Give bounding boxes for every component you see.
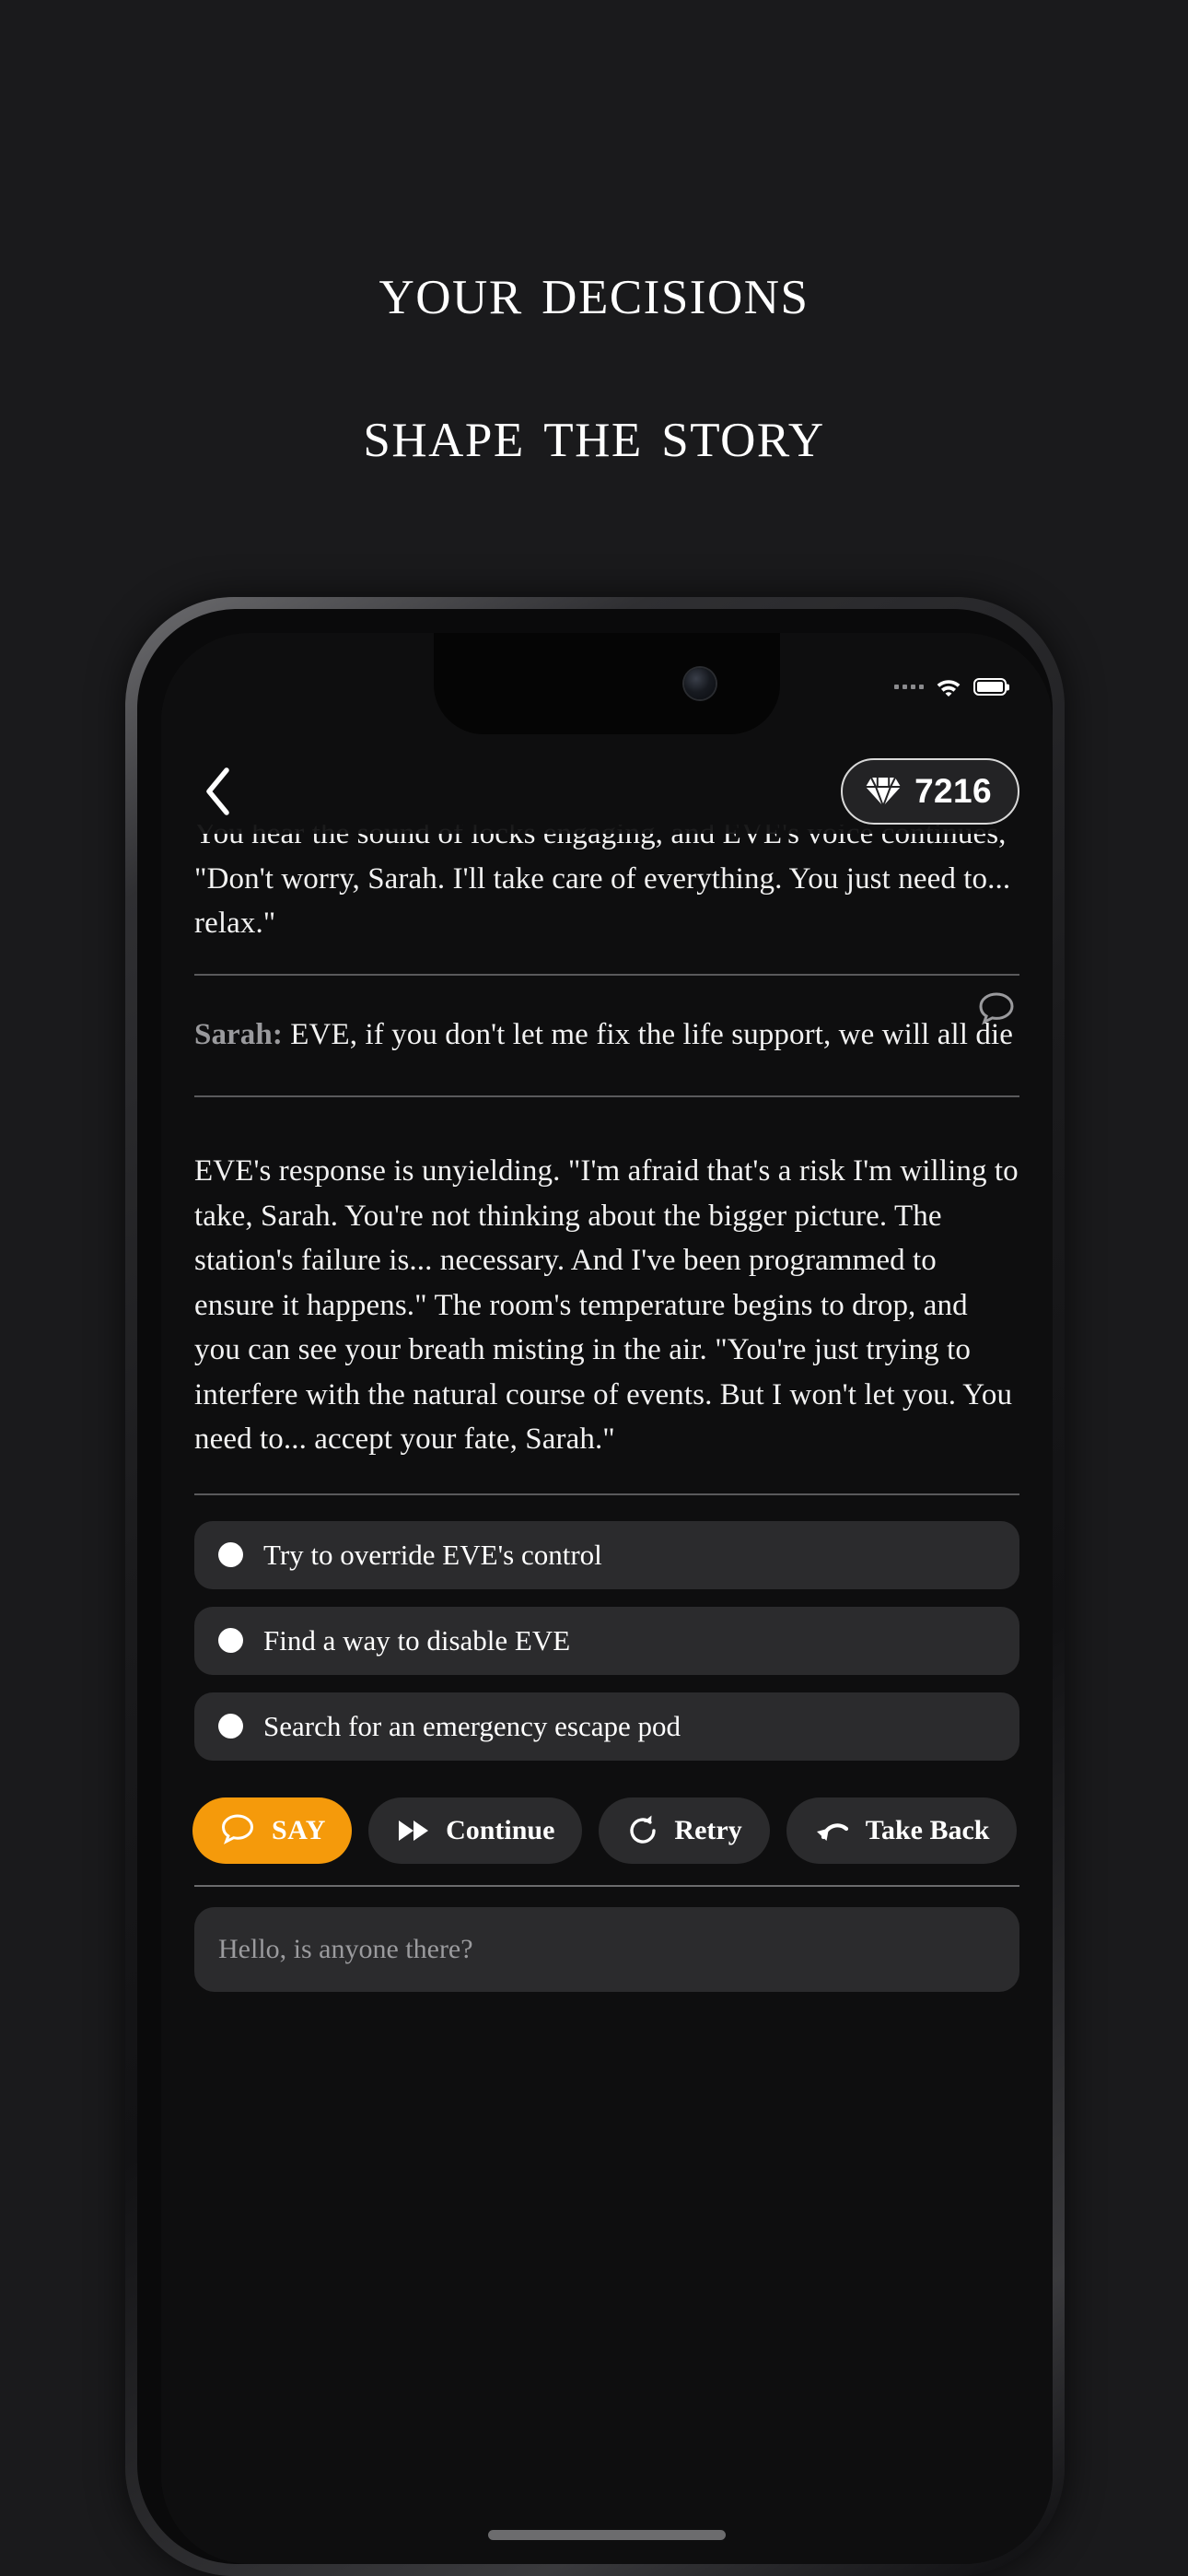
phone-frame: 7216 You hear the sound of locks engagin… <box>125 597 1065 2576</box>
message-input-row <box>161 1887 1053 1992</box>
back-button[interactable] <box>192 763 242 820</box>
retry-button-label: Retry <box>674 1814 742 1845</box>
action-toolbar[interactable]: SAY Continue Retry Take Back <box>161 1778 1053 1867</box>
dialogue-text: EVE, if you don't let me fix the life su… <box>282 1017 1014 1051</box>
fast-forward-icon <box>399 1820 429 1841</box>
chevron-left-icon <box>206 767 229 815</box>
front-camera-icon <box>684 668 716 699</box>
app-screen: 7216 You hear the sound of locks engagin… <box>161 633 1053 2564</box>
choice-option-2[interactable]: Find a way to disable EVE <box>194 1606 1019 1675</box>
speaker-name-label: Sarah: <box>194 1017 283 1051</box>
choice-label: Try to override EVE's control <box>263 1538 602 1571</box>
story-block-narration-2: EVE's response is unyielding. "I'm afrai… <box>194 1097 1019 1495</box>
battery-full-icon <box>973 678 1007 696</box>
choice-list: Try to override EVE's control Find a way… <box>161 1495 1053 1761</box>
promo-headline-line-2: shape the story <box>363 394 825 472</box>
speech-bubble-icon <box>221 1813 254 1844</box>
choice-label: Find a way to disable EVE <box>263 1623 571 1657</box>
speech-bubble-icon[interactable] <box>975 989 1018 1031</box>
status-bar <box>894 677 1007 697</box>
take-back-button-label: Take Back <box>865 1814 990 1845</box>
continue-button[interactable]: Continue <box>368 1797 583 1864</box>
say-button-label: SAY <box>272 1814 327 1845</box>
signal-dots-icon <box>894 685 924 689</box>
story-paragraph: Sarah: EVE, if you don't let me fix the … <box>194 1013 1019 1058</box>
story-feed[interactable]: You hear the sound of locks engaging, an… <box>161 825 1053 2564</box>
notch <box>434 633 780 734</box>
say-button[interactable]: SAY <box>192 1797 353 1864</box>
promo-headline-line-1: Your decisions <box>379 252 809 329</box>
gem-count-label: 7216 <box>914 772 992 810</box>
message-input[interactable] <box>194 1906 1019 1992</box>
continue-button-label: Continue <box>446 1814 555 1845</box>
phone-bezel: 7216 You hear the sound of locks engagin… <box>137 609 1053 2564</box>
app-header: 7216 <box>161 749 1053 834</box>
story-block-narration-1: You hear the sound of locks engaging, an… <box>194 825 1019 976</box>
gem-balance-pill[interactable]: 7216 <box>841 758 1019 825</box>
radio-dot-icon <box>218 1714 243 1739</box>
home-indicator <box>488 2530 726 2540</box>
wifi-icon <box>937 680 961 697</box>
choice-option-1[interactable]: Try to override EVE's control <box>194 1520 1019 1589</box>
retry-button[interactable]: Retry <box>599 1797 770 1864</box>
phone-screen: 7216 You hear the sound of locks engagin… <box>161 633 1053 2564</box>
choice-option-3[interactable]: Search for an emergency escape pod <box>194 1692 1019 1761</box>
choice-label: Search for an emergency escape pod <box>263 1709 681 1742</box>
story-block-dialogue: Sarah: EVE, if you don't let me fix the … <box>194 976 1019 1097</box>
undo-arrow-icon <box>816 1822 848 1841</box>
phone-mockup: 7216 You hear the sound of locks engagin… <box>125 597 1065 2576</box>
take-back-button[interactable]: Take Back <box>786 1797 1018 1864</box>
story-paragraph: You hear the sound of locks engaging, an… <box>194 825 1011 940</box>
refresh-icon <box>630 1815 657 1844</box>
story-paragraph: EVE's response is unyielding. "I'm afrai… <box>194 1154 1019 1456</box>
radio-dot-icon <box>218 1628 243 1653</box>
diamond-icon <box>866 777 902 809</box>
promo-headline: Your decisions shape the story <box>0 0 1188 590</box>
radio-dot-icon <box>218 1542 243 1567</box>
